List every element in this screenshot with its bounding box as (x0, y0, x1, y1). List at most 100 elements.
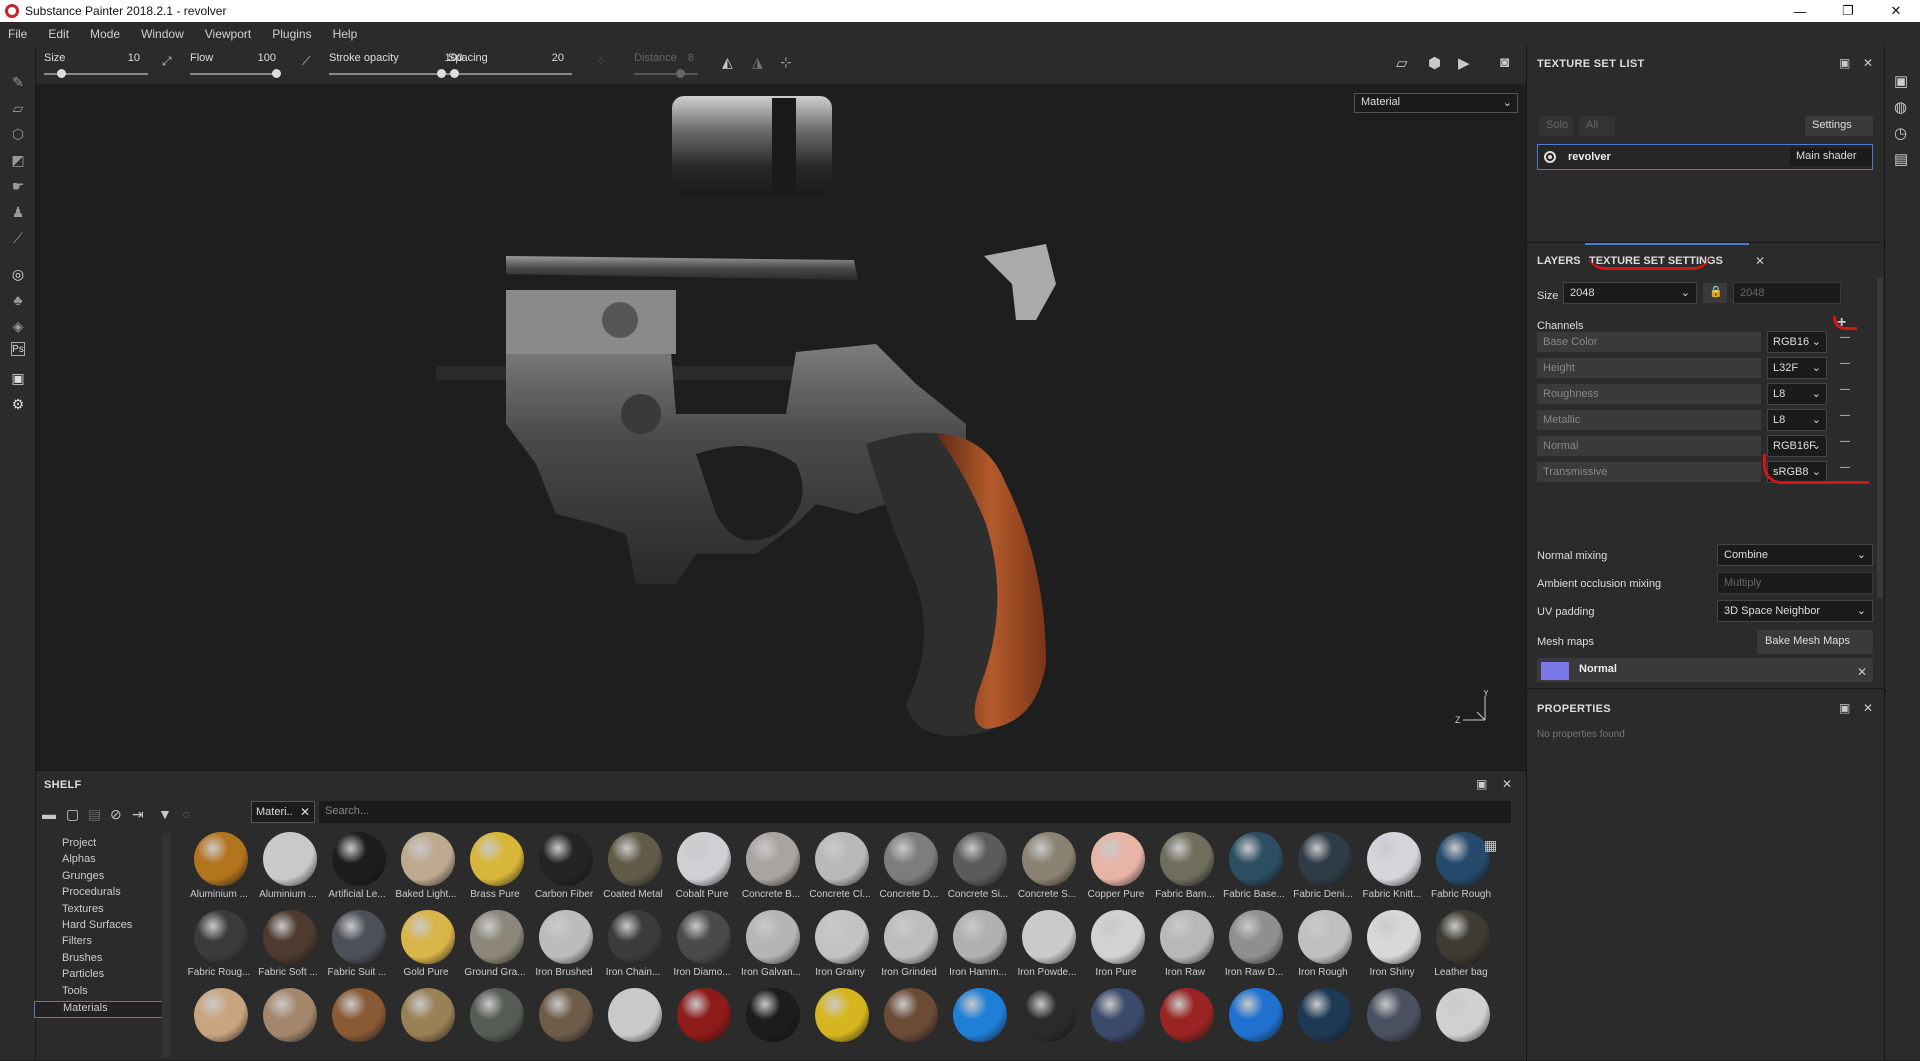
material-thumbnail[interactable]: Concrete D... (875, 827, 943, 903)
material-thumbnail[interactable] (1427, 983, 1495, 1059)
shelf-category[interactable]: Brushes (62, 952, 194, 969)
close-shelf-icon[interactable]: ✕ (1502, 777, 1512, 791)
material-thumbnail[interactable]: Concrete Si... (944, 827, 1012, 903)
size-knob[interactable] (57, 69, 66, 78)
symmetry-mirror-icon[interactable]: ◮ (752, 54, 763, 71)
stroke-icon[interactable]: ⟋ (302, 54, 310, 69)
shader-select[interactable]: Main shader (1790, 148, 1872, 166)
menu-edit[interactable]: Edit (48, 27, 69, 41)
export-icon[interactable]: ▣ (8, 368, 28, 388)
eraser-icon[interactable]: ▱ (8, 98, 28, 118)
material-thumbnail[interactable]: Artificial Le... (323, 827, 391, 903)
close-tab-icon[interactable]: ✕ (1755, 254, 1765, 268)
new-folder-icon[interactable]: ▢ (66, 806, 79, 823)
material-thumbnail[interactable] (1220, 983, 1288, 1059)
3d-view-icon[interactable]: ⬢ (1428, 54, 1441, 72)
shelf-category[interactable]: Textures (62, 903, 194, 920)
material-thumbnail[interactable]: Iron Grainy (806, 905, 874, 981)
menu-viewport[interactable]: Viewport (205, 27, 251, 41)
material-thumbnail[interactable]: Iron Raw D... (1220, 905, 1288, 981)
remove-channel-icon[interactable]: — (1840, 436, 1850, 447)
undock-icon[interactable]: ▣ (1839, 56, 1850, 70)
material-thumbnail[interactable]: Leather bag (1427, 905, 1495, 981)
material-thumbnail[interactable]: Concrete Cl... (806, 827, 874, 903)
material-thumbnail[interactable]: Fabric Deni... (1289, 827, 1357, 903)
material-thumbnail[interactable]: Iron Galvan... (737, 905, 805, 981)
material-thumbnail[interactable]: Iron Brushed (530, 905, 598, 981)
bake-mesh-maps-button[interactable]: Bake Mesh Maps (1757, 630, 1873, 654)
remove-mesh-map-icon[interactable]: ✕ (1857, 665, 1867, 679)
layers-icon[interactable]: ◈ (8, 316, 28, 336)
polygon-fill-icon[interactable]: ◩ (8, 150, 28, 170)
display-settings-icon[interactable]: ◍ (1894, 98, 1907, 116)
size-slider[interactable]: Size 10 (36, 49, 156, 83)
symmetry-icon[interactable]: ◭ (722, 54, 733, 71)
brush-preset-icon[interactable]: ⤢ (162, 54, 172, 69)
texture-set-row[interactable]: revolver Main shader (1537, 144, 1873, 170)
material-thumbnail[interactable] (1013, 983, 1081, 1059)
close-panel-icon[interactable]: ✕ (1863, 56, 1873, 70)
shelf-category[interactable]: Procedurals (62, 886, 194, 903)
save-icon[interactable]: ▤ (88, 806, 101, 823)
video-icon[interactable]: ▶ (1458, 54, 1470, 72)
category-scrollbar[interactable] (162, 833, 170, 1057)
close-window-button[interactable]: ✕ (1872, 0, 1920, 22)
spacing-slider[interactable]: Spacing 20 (440, 49, 580, 83)
viewport-3d[interactable] (36, 84, 1526, 756)
material-thumbnail[interactable] (185, 983, 253, 1059)
material-thumbnail[interactable]: Ground Gra... (461, 905, 529, 981)
settings-icon[interactable]: ⚙ (8, 394, 28, 414)
remove-channel-icon[interactable]: — (1840, 410, 1850, 421)
size-select[interactable]: 2048 ⌄ (1563, 282, 1697, 304)
material-thumbnail[interactable] (875, 983, 943, 1059)
shelf-category[interactable]: Materials (34, 1001, 168, 1018)
material-thumbnail[interactable]: Iron Raw (1151, 905, 1219, 981)
shelf-category[interactable]: Hard Surfaces (62, 919, 194, 936)
material-thumbnail[interactable]: Iron Rough (1289, 905, 1357, 981)
material-thumbnail[interactable] (530, 983, 598, 1059)
channel-format-select[interactable]: RGB16 ⌄ (1767, 331, 1827, 353)
shelf-category[interactable]: Grunges (62, 870, 194, 887)
brush-icon[interactable]: ✎ (8, 72, 28, 92)
material-thumbnail[interactable]: Iron Hamm... (944, 905, 1012, 981)
material-thumbnail[interactable] (806, 983, 874, 1059)
folder-icon[interactable]: ▬ (42, 806, 56, 822)
shelf-category[interactable]: Project (62, 837, 194, 854)
screenshot-icon[interactable]: ◙ (1500, 54, 1509, 71)
material-thumbnail[interactable] (944, 983, 1012, 1059)
material-thumbnail[interactable] (254, 983, 322, 1059)
reset-icon[interactable]: ○ (182, 806, 190, 822)
menu-file[interactable]: File (8, 27, 27, 41)
smudge-icon[interactable]: ☛ (8, 176, 28, 196)
photoshop-icon[interactable]: Ps (11, 342, 25, 356)
channel-format-select[interactable]: L8 ⌄ (1767, 383, 1827, 405)
mesh-map-normal[interactable]: Normal ✕ (1537, 658, 1873, 682)
lock-icon[interactable]: 🔒 (1703, 283, 1727, 303)
material-thumbnail[interactable] (1082, 983, 1150, 1059)
material-thumbnail[interactable] (392, 983, 460, 1059)
menu-help[interactable]: Help (333, 27, 358, 41)
remove-channel-icon[interactable]: — (1840, 384, 1850, 395)
viewport-mode-select[interactable]: Material ⌄ (1354, 93, 1518, 113)
material-thumbnail[interactable] (599, 983, 667, 1059)
material-thumbnail[interactable] (323, 983, 391, 1059)
material-thumbnail[interactable]: Brass Pure (461, 827, 529, 903)
material-thumbnail[interactable]: Copper Pure (1082, 827, 1150, 903)
uv-padding-select[interactable]: 3D Space Neighbor ⌄ (1717, 600, 1873, 622)
undock-icon[interactable]: ▣ (1839, 701, 1850, 715)
grid-view-icon[interactable]: ▦ (1484, 837, 1497, 854)
distance-knob[interactable] (676, 69, 685, 78)
material-thumbnail[interactable]: Iron Diamo... (668, 905, 736, 981)
color-picker-icon[interactable]: ⟋ (8, 228, 28, 248)
material-thumbnail[interactable]: Iron Powde... (1013, 905, 1081, 981)
material-thumbnail[interactable]: Fabric Knitt... (1358, 827, 1426, 903)
flow-slider[interactable]: Flow 100 (182, 49, 292, 83)
material-thumbnail[interactable]: Carbon Fiber (530, 827, 598, 903)
material-thumbnail[interactable]: Coated Metal (599, 827, 667, 903)
history-icon[interactable]: ◷ (1894, 124, 1907, 142)
material-thumbnail[interactable] (737, 983, 805, 1059)
flow-knob[interactable] (272, 69, 281, 78)
material-thumbnail[interactable]: Concrete B... (737, 827, 805, 903)
shelf-category[interactable]: Tools (62, 985, 194, 1002)
material-thumbnail[interactable] (668, 983, 736, 1059)
